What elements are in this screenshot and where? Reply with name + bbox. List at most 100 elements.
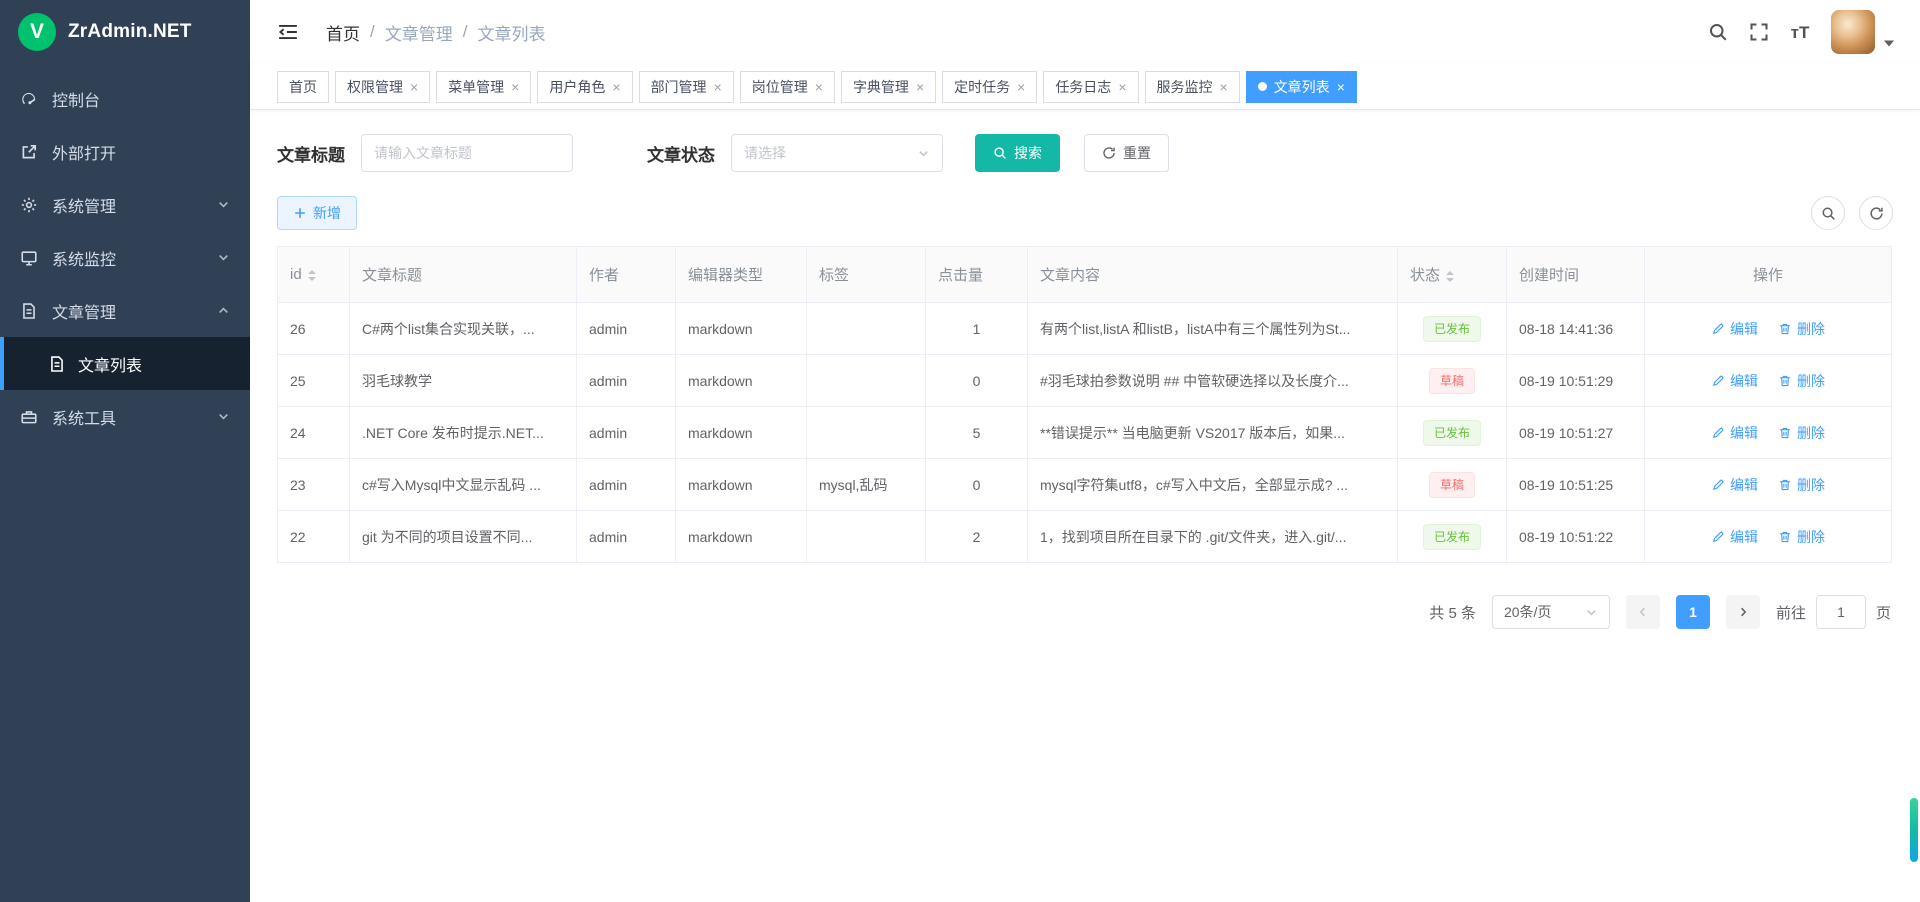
edit-button[interactable]: 编辑 — [1711, 371, 1758, 391]
delete-button[interactable]: 删除 — [1778, 423, 1825, 443]
delete-icon — [1778, 322, 1792, 336]
article-title-input[interactable] — [361, 134, 573, 172]
next-page-button[interactable] — [1726, 595, 1760, 629]
page-number-button[interactable]: 1 — [1676, 595, 1710, 629]
tab-close-icon[interactable]: × — [1337, 80, 1345, 94]
sidebar-item-system-monitor[interactable]: 系统监控 — [0, 231, 250, 284]
tab-1[interactable]: 权限管理× — [335, 71, 430, 103]
delete-button[interactable]: 删除 — [1778, 371, 1825, 391]
sidebar-subitem-article-list[interactable]: 文章列表 — [0, 337, 250, 390]
table-search-toggle-button[interactable] — [1811, 196, 1845, 230]
tab-close-icon[interactable]: × — [612, 80, 620, 94]
column-header-status[interactable]: 状态 — [1398, 247, 1507, 303]
tab-4[interactable]: 部门管理 × — [639, 71, 734, 103]
chevron-down-icon — [1585, 606, 1598, 619]
table-toolbar: 新增 — [277, 196, 1893, 230]
edit-button[interactable]: 编辑 — [1711, 475, 1758, 495]
delete-icon — [1778, 426, 1792, 440]
cell-author: admin — [577, 511, 676, 563]
cell-id: 26 — [278, 303, 350, 355]
table-refresh-button[interactable] — [1859, 196, 1893, 230]
cell-title: c#写入Mysql中文显示乱码 ... — [350, 459, 577, 511]
page-size-value: 20条/页 — [1504, 602, 1551, 622]
delete-icon — [1778, 478, 1792, 492]
sort-icon[interactable] — [1446, 271, 1454, 282]
cell-time: 08-19 10:51:27 — [1507, 407, 1645, 459]
tab-bar: 首页权限管理×菜单管理×用户角色×部门管理×岗位管理×字典管理×定时任务×任务日… — [250, 64, 1920, 110]
tab-9[interactable]: 服务监控 × — [1145, 71, 1240, 103]
caret-down-icon[interactable] — [1884, 40, 1894, 47]
avatar[interactable] — [1831, 10, 1875, 54]
cell-title: git 为不同的项目设置不同... — [350, 511, 577, 563]
tab-10[interactable]: 文章列表× — [1246, 71, 1357, 103]
app-logo: V ZrAdmin.NET — [0, 0, 250, 64]
chevron-up-icon — [217, 304, 230, 317]
edit-button[interactable]: 编辑 — [1711, 527, 1758, 547]
search-button[interactable]: 搜索 — [975, 134, 1060, 172]
table-row: 25羽毛球教学adminmarkdown0#羽毛球拍参数说明 ## 中管软硬选择… — [278, 355, 1892, 407]
chevron-left-icon — [1637, 606, 1649, 618]
tab-label: 服务监控 — [1157, 77, 1213, 97]
tab-0[interactable]: 首页 — [277, 71, 329, 103]
tab-5[interactable]: 岗位管理× — [740, 71, 835, 103]
breadcrumb-item-home[interactable]: 首页 — [326, 20, 360, 45]
tab-close-icon[interactable]: × — [410, 80, 418, 94]
search-icon[interactable] — [1708, 22, 1728, 42]
delete-button[interactable]: 删除 — [1778, 527, 1825, 547]
tab-close-icon[interactable]: × — [1017, 80, 1025, 94]
page-size-select[interactable]: 20条/页 — [1492, 595, 1610, 629]
breadcrumb-item-article-admin[interactable]: 文章管理 — [385, 20, 453, 45]
column-header-id[interactable]: id — [278, 247, 350, 303]
sidebar-item-system-tools[interactable]: 系统工具 — [0, 390, 250, 443]
cell-tag: mysql,乱码 — [807, 459, 926, 511]
tab-close-icon[interactable]: × — [1220, 80, 1228, 94]
reset-button[interactable]: 重置 — [1084, 134, 1169, 172]
logo-icon: V — [18, 13, 56, 51]
gear-icon — [20, 196, 38, 214]
edit-button[interactable]: 编辑 — [1711, 423, 1758, 443]
delete-button[interactable]: 删除 — [1778, 475, 1825, 495]
cell-id: 24 — [278, 407, 350, 459]
chevron-down-icon — [217, 198, 230, 211]
tab-close-icon[interactable]: × — [1118, 80, 1126, 94]
article-status-select[interactable]: 请选择 — [731, 134, 943, 172]
cell-status: 已发布 — [1398, 511, 1507, 563]
tab-3[interactable]: 用户角色× — [537, 71, 632, 103]
cell-status: 已发布 — [1398, 407, 1507, 459]
goto-page-input[interactable] — [1816, 595, 1866, 629]
search-icon — [993, 146, 1007, 160]
status-badge: 草稿 — [1429, 368, 1475, 394]
tab-6[interactable]: 字典管理× — [841, 71, 936, 103]
sidebar-item-article-admin[interactable]: 文章管理 — [0, 284, 250, 337]
article-status-label: 文章状态 — [647, 141, 715, 166]
tab-label: 部门管理 — [651, 77, 707, 97]
tab-close-icon[interactable]: × — [511, 80, 519, 94]
delete-button[interactable]: 删除 — [1778, 319, 1825, 339]
sidebar-collapse-icon[interactable] — [276, 22, 300, 42]
add-button[interactable]: 新增 — [277, 196, 357, 230]
scrollbar-thumb[interactable] — [1910, 798, 1918, 862]
cell-time: 08-19 10:51:22 — [1507, 511, 1645, 563]
tab-8[interactable]: 任务日志× — [1043, 71, 1138, 103]
tab-7[interactable]: 定时任务× — [942, 71, 1037, 103]
sidebar-item-external-open[interactable]: 外部打开 — [0, 125, 250, 178]
tab-close-icon[interactable]: × — [916, 80, 924, 94]
edit-button[interactable]: 编辑 — [1711, 319, 1758, 339]
sidebar-item-label: 外部打开 — [52, 140, 116, 164]
column-header-tag: 标签 — [807, 247, 926, 303]
fullscreen-icon[interactable] — [1749, 22, 1769, 42]
sidebar-item-system-admin[interactable]: 系统管理 — [0, 178, 250, 231]
breadcrumb-item-article-list[interactable]: 文章列表 — [477, 20, 545, 45]
table-row: 22git 为不同的项目设置不同...adminmarkdown21，找到项目所… — [278, 511, 1892, 563]
select-placeholder: 请选择 — [744, 143, 786, 163]
cell-clicks: 0 — [926, 355, 1028, 407]
font-size-icon[interactable]: тT — [1790, 22, 1810, 42]
table-toolbar-right — [1811, 196, 1893, 230]
tab-close-icon[interactable]: × — [714, 80, 722, 94]
tab-close-icon[interactable]: × — [815, 80, 823, 94]
sidebar-item-dashboard[interactable]: 控制台 — [0, 72, 250, 125]
tab-2[interactable]: 菜单管理× — [436, 71, 531, 103]
sort-icon[interactable] — [308, 270, 316, 281]
cell-actions: 编辑删除 — [1645, 303, 1892, 355]
prev-page-button[interactable] — [1626, 595, 1660, 629]
